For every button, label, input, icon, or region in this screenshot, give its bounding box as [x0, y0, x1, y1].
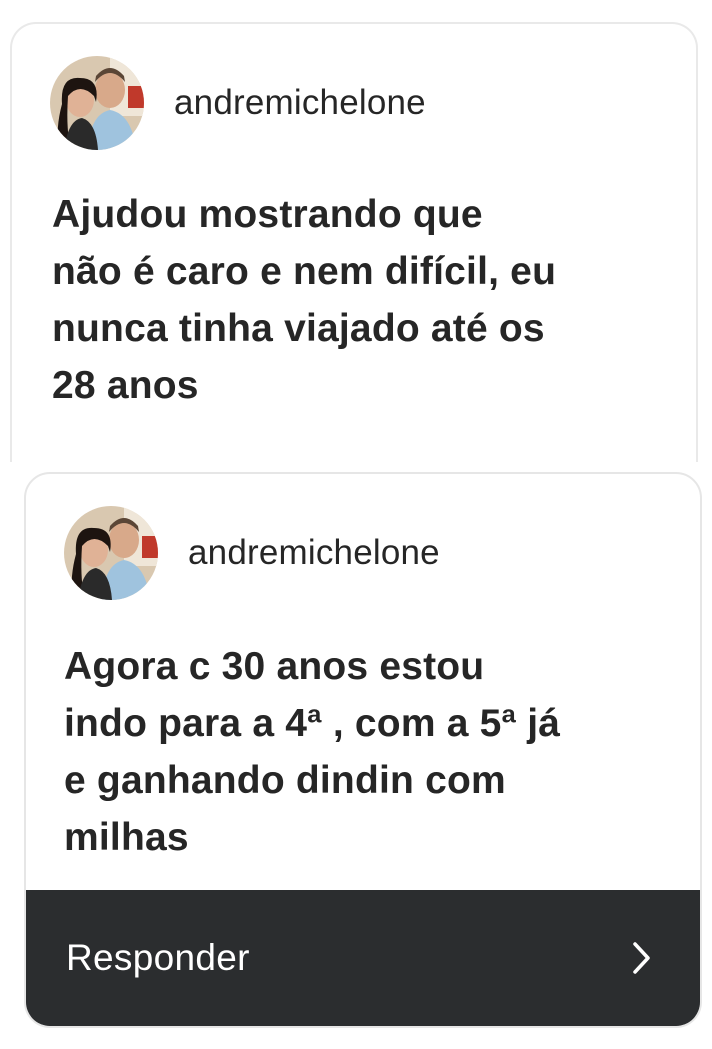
- reply-label: Responder: [66, 937, 250, 978]
- username[interactable]: andremichelone: [174, 83, 426, 123]
- card-header: andremichelone: [64, 506, 440, 600]
- avatar[interactable]: [50, 56, 144, 150]
- message-line: Agora c 30 anos estou: [64, 645, 485, 688]
- message-line: 28 anos: [52, 364, 199, 407]
- message-text: Ajudou mostrando que não é caro e nem di…: [52, 186, 682, 414]
- avatar[interactable]: [64, 506, 158, 600]
- story-reply-card-1: andremichelone Ajudou mostrando que não …: [10, 22, 698, 462]
- username[interactable]: andremichelone: [188, 533, 440, 573]
- message-line: Ajudou mostrando que: [52, 193, 483, 236]
- message-text: Agora c 30 anos estou indo para a 4ª , c…: [64, 638, 684, 866]
- story-reply-card-2: andremichelone Agora c 30 anos estou ind…: [24, 472, 702, 1028]
- message-line: nunca tinha viajado até os: [52, 307, 545, 350]
- card-header: andremichelone: [50, 56, 426, 150]
- message-line: e ganhando dindin com: [64, 759, 506, 802]
- message-line: não é caro e nem difícil, eu: [52, 250, 557, 293]
- reply-button[interactable]: Responder: [26, 890, 700, 1026]
- message-line: indo para a 4ª , com a 5ª já: [64, 702, 561, 745]
- chevron-right-icon: [633, 942, 650, 974]
- message-line: milhas: [64, 816, 189, 859]
